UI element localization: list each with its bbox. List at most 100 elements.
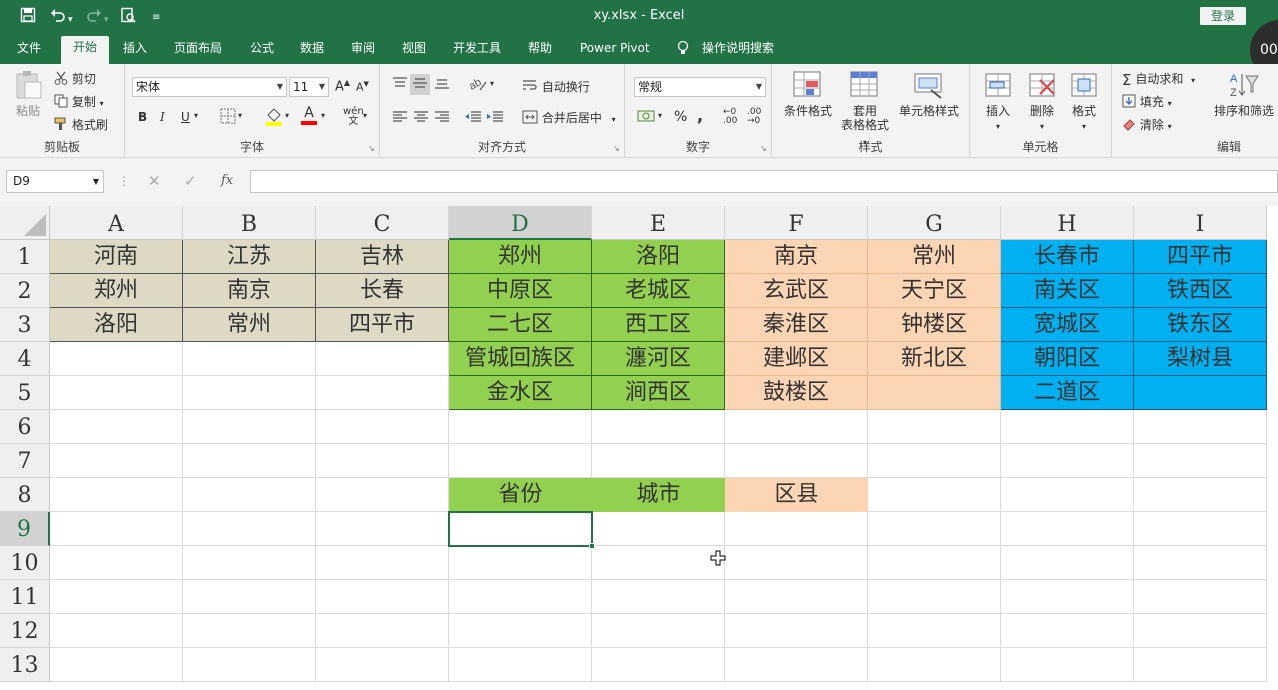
italic-button[interactable]: I <box>160 110 165 124</box>
cell-f6[interactable] <box>725 410 868 444</box>
cell-e6[interactable] <box>592 410 725 444</box>
cell-h13[interactable] <box>1001 648 1134 682</box>
cell-c2[interactable]: 长春 <box>316 274 449 308</box>
cell-c8[interactable] <box>316 478 449 512</box>
align-middle-icon[interactable] <box>410 74 430 95</box>
insert-cells-button[interactable]: 插入 ▾ <box>978 70 1018 134</box>
cell-i1[interactable]: 四平市 <box>1134 240 1267 274</box>
cell-a7[interactable] <box>50 444 183 478</box>
cell-f12[interactable] <box>725 614 868 648</box>
cell-a13[interactable] <box>50 648 183 682</box>
grow-font-button[interactable]: A▲ <box>335 78 350 94</box>
cell-d2[interactable]: 中原区 <box>449 274 592 308</box>
cell-i12[interactable] <box>1134 614 1267 648</box>
cell-f1[interactable]: 南京 <box>725 240 868 274</box>
cell-d6[interactable] <box>449 410 592 444</box>
cell-c10[interactable] <box>316 546 449 580</box>
autosum-dropdown-icon[interactable]: ▾ <box>1191 76 1195 85</box>
align-top-icon[interactable] <box>392 76 408 93</box>
row-header-5[interactable]: 5 <box>0 376 50 410</box>
cell-a10[interactable] <box>50 546 183 580</box>
row-header-7[interactable]: 7 <box>0 444 50 478</box>
formula-input[interactable] <box>250 170 1278 193</box>
font-color-button[interactable]: A <box>301 105 317 125</box>
cell-f7[interactable] <box>725 444 868 478</box>
cell-e9[interactable] <box>592 512 725 546</box>
cell-b7[interactable] <box>183 444 316 478</box>
cell-e2[interactable]: 老城区 <box>592 274 725 308</box>
cell-h6[interactable] <box>1001 410 1134 444</box>
cell-i4[interactable]: 梨树县 <box>1134 342 1267 376</box>
cell-e8[interactable]: 城市 <box>592 478 725 512</box>
sort-filter-button[interactable]: AZ 排序和筛选 <box>1210 70 1278 118</box>
cell-f13[interactable] <box>725 648 868 682</box>
cell-i5[interactable] <box>1134 376 1267 410</box>
cell-d7[interactable] <box>449 444 592 478</box>
bold-button[interactable]: B <box>138 110 147 124</box>
row-header-2[interactable]: 2 <box>0 274 50 308</box>
cell-i10[interactable] <box>1134 546 1267 580</box>
row-header-13[interactable]: 13 <box>0 648 50 682</box>
copy-button[interactable]: 复制 ▾ <box>54 93 104 111</box>
column-header-a[interactable]: A <box>50 206 183 240</box>
row-header-12[interactable]: 12 <box>0 614 50 648</box>
clear-dropdown-icon[interactable]: ▾ <box>1168 122 1172 131</box>
cell-b2[interactable]: 南京 <box>183 274 316 308</box>
cut-button[interactable]: 剪切 <box>54 70 96 88</box>
comma-button[interactable]: , <box>697 106 703 125</box>
phonetic-dropdown-icon[interactable]: ▾ <box>363 111 367 120</box>
column-header-b[interactable]: B <box>183 206 316 240</box>
column-header-e[interactable]: E <box>592 206 725 240</box>
fill-color-dropdown-icon[interactable]: ▾ <box>285 111 289 120</box>
cell-e12[interactable] <box>592 614 725 648</box>
cell-f8[interactable]: 区县 <box>725 478 868 512</box>
merge-center-button[interactable]: 合并后居中 ▾ <box>522 109 616 127</box>
currency-icon[interactable] <box>637 108 657 127</box>
cell-f4[interactable]: 建邺区 <box>725 342 868 376</box>
cell-c4[interactable] <box>316 342 449 376</box>
shrink-font-button[interactable]: A▼ <box>356 80 369 94</box>
cell-h12[interactable] <box>1001 614 1134 648</box>
row-header-11[interactable]: 11 <box>0 580 50 614</box>
cell-g11[interactable] <box>868 580 1001 614</box>
select-all-button[interactable] <box>0 206 50 240</box>
cell-g2[interactable]: 天宁区 <box>868 274 1001 308</box>
wrap-text-button[interactable]: 自动换行 <box>522 78 590 96</box>
cell-g8[interactable] <box>868 478 1001 512</box>
cell-d3[interactable]: 二七区 <box>449 308 592 342</box>
cell-c9[interactable] <box>316 512 449 546</box>
cell-a1[interactable]: 河南 <box>50 240 183 274</box>
align-bottom-icon[interactable] <box>434 76 450 93</box>
cell-i11[interactable] <box>1134 580 1267 614</box>
merge-dropdown-icon[interactable]: ▾ <box>612 115 616 124</box>
row-header-6[interactable]: 6 <box>0 410 50 444</box>
percent-button[interactable]: % <box>674 109 687 125</box>
tab-data[interactable]: 数据 <box>300 40 324 56</box>
row-header-9[interactable]: 9 <box>0 512 50 546</box>
cell-h8[interactable] <box>1001 478 1134 512</box>
cell-styles-button[interactable]: 单元格样式 <box>894 70 964 118</box>
row-header-3[interactable]: 3 <box>0 308 50 342</box>
name-box[interactable]: D9 ▼ <box>6 170 104 193</box>
tab-view[interactable]: 视图 <box>402 40 426 56</box>
tell-me-search[interactable]: 操作说明搜索 <box>702 40 774 56</box>
row-header-4[interactable]: 4 <box>0 342 50 376</box>
cell-a8[interactable] <box>50 478 183 512</box>
cell-b12[interactable] <box>183 614 316 648</box>
cell-e5[interactable]: 涧西区 <box>592 376 725 410</box>
align-center-icon[interactable] <box>413 110 429 127</box>
format-cells-button[interactable]: 格式 ▾ <box>1064 70 1104 134</box>
align-left-icon[interactable] <box>392 110 408 127</box>
clear-button[interactable]: 清除 ▾ <box>1122 116 1172 134</box>
tab-page-layout[interactable]: 页面布局 <box>174 40 222 56</box>
cell-d9[interactable] <box>449 512 592 546</box>
cell-g12[interactable] <box>868 614 1001 648</box>
cell-h11[interactable] <box>1001 580 1134 614</box>
cell-a5[interactable] <box>50 376 183 410</box>
cell-c6[interactable] <box>316 410 449 444</box>
font-color-dropdown-icon[interactable]: ▾ <box>321 111 325 120</box>
tab-file[interactable]: 文件 <box>17 40 41 56</box>
cell-g9[interactable] <box>868 512 1001 546</box>
name-box-dropdown-icon[interactable]: ▼ <box>93 171 99 192</box>
login-button[interactable]: 登录 <box>1200 7 1246 25</box>
